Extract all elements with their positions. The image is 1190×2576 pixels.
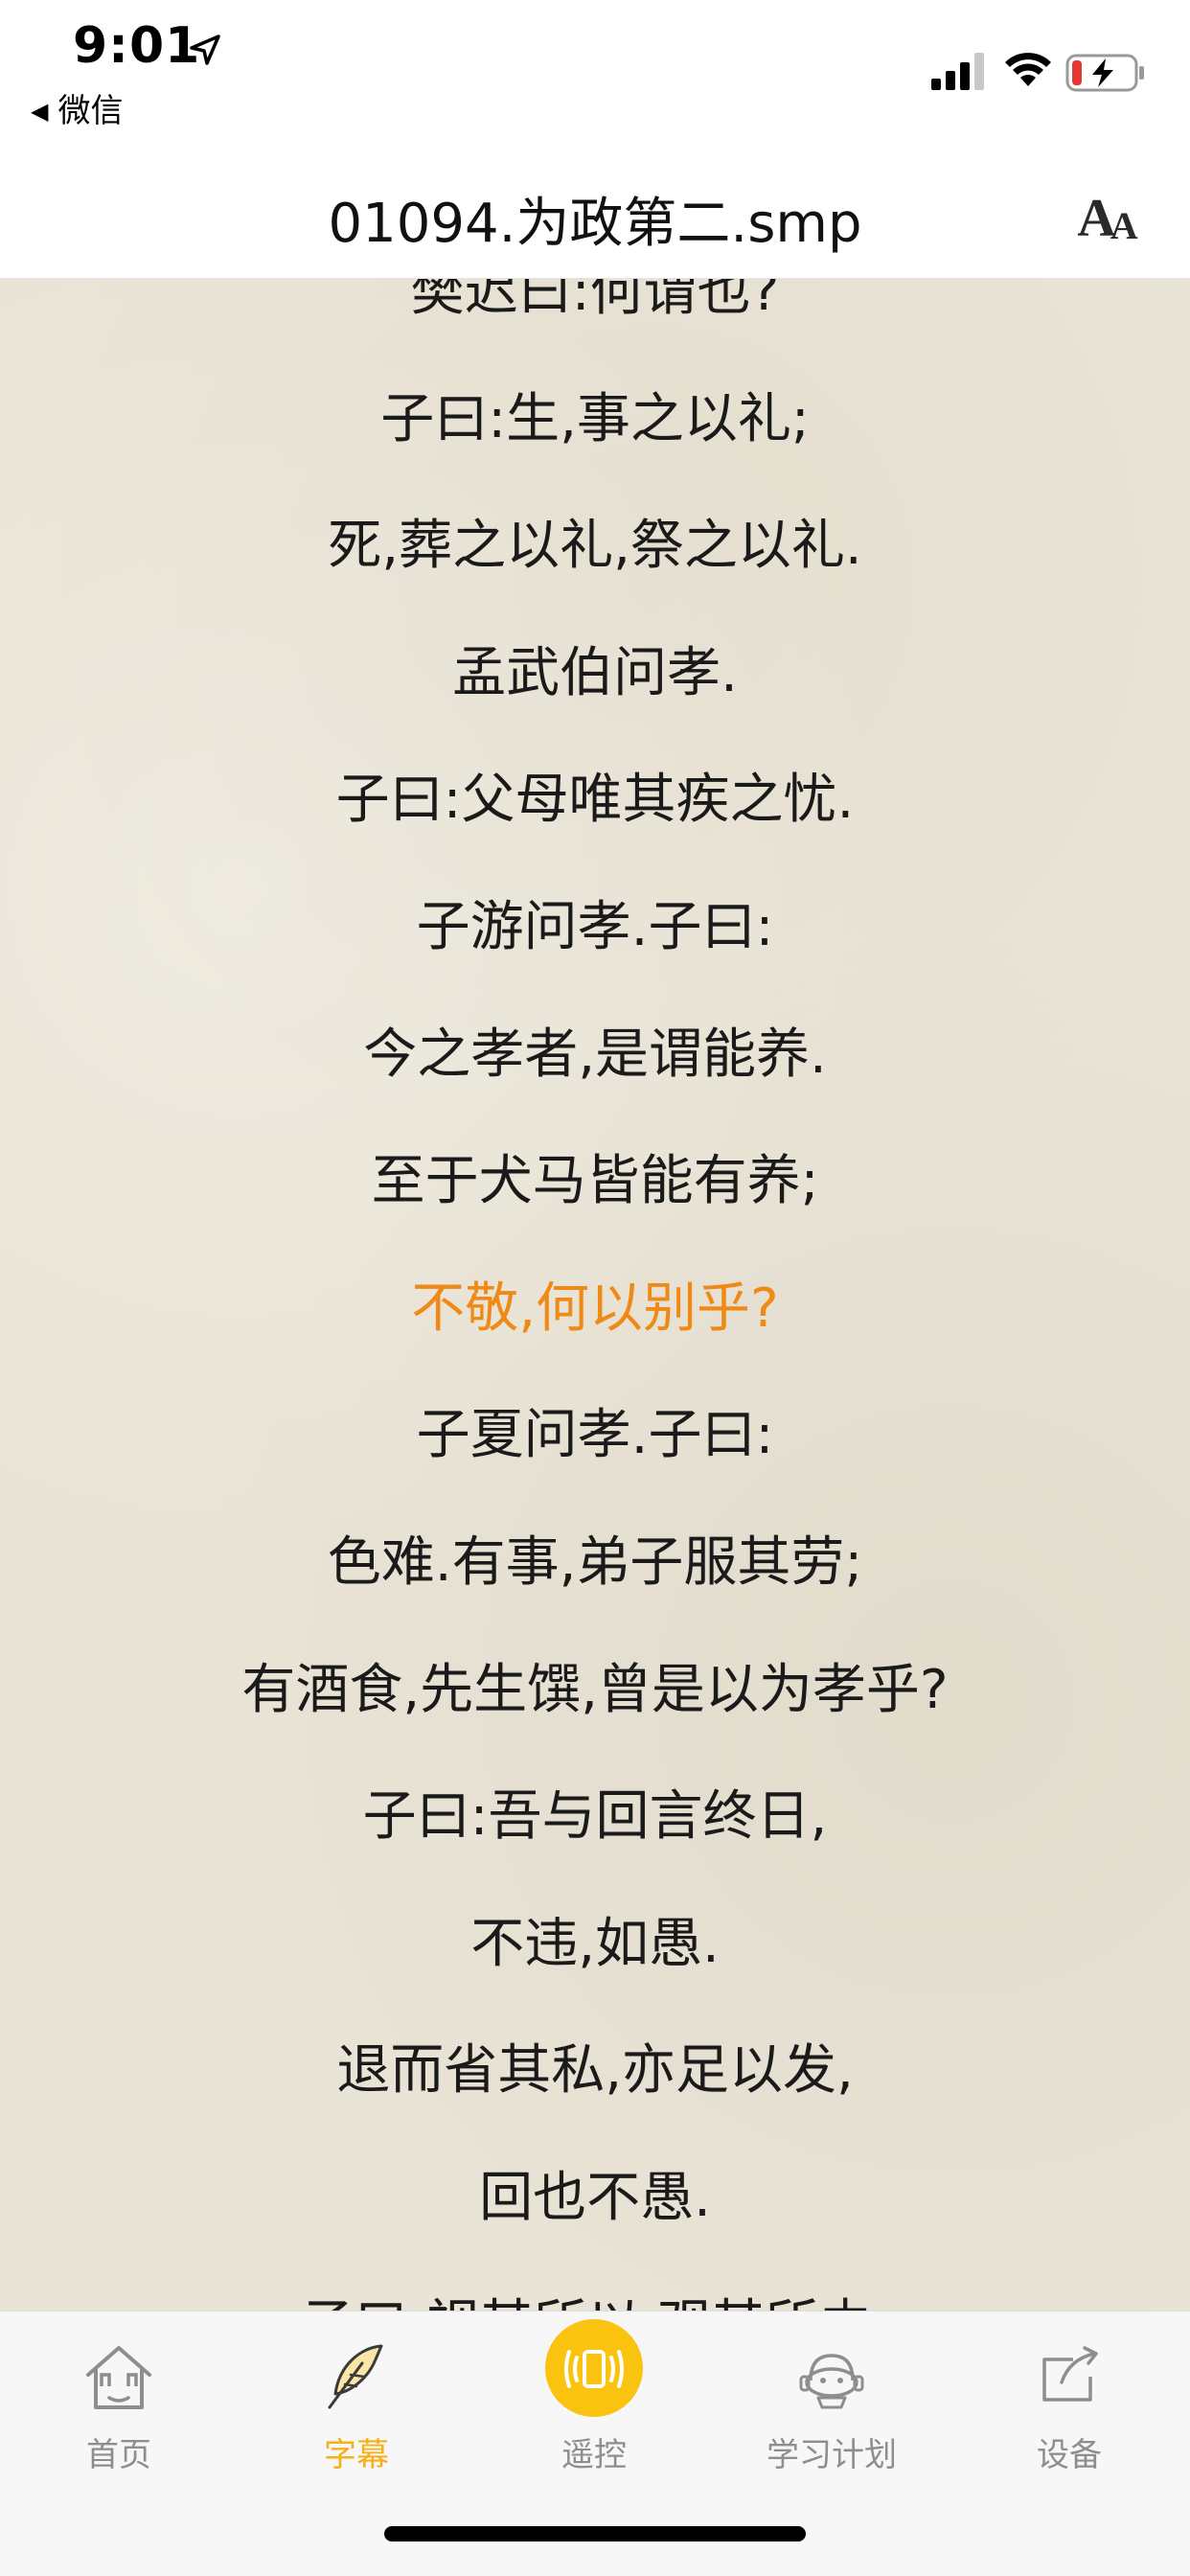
subtitle-line[interactable]: 不违,如愚. bbox=[0, 1881, 1190, 2009]
tab-device[interactable]: 设备 bbox=[950, 2312, 1188, 2503]
subtitle-line[interactable]: 色难.有事,弟子服其劳; bbox=[0, 1500, 1190, 1627]
subtitle-line[interactable]: 子曰:吾与回言终日, bbox=[0, 1754, 1190, 1881]
tab-subtitles[interactable]: 字幕 bbox=[238, 2312, 475, 2503]
battery-charging-icon bbox=[1065, 54, 1144, 92]
tab-label: 首页 bbox=[86, 2436, 151, 2474]
back-app-label: 微信 bbox=[57, 92, 124, 130]
subtitle-line[interactable]: 子夏问孝.子曰: bbox=[0, 1372, 1190, 1500]
subtitle-line[interactable]: 子曰:生,事之以礼; bbox=[0, 356, 1190, 484]
tab-home[interactable]: 首页 bbox=[0, 2312, 238, 2503]
device-share-icon bbox=[1042, 2346, 1098, 2402]
subtitle-line-current[interactable]: 不敬,何以别乎? bbox=[0, 1246, 1190, 1373]
subtitle-line[interactable]: 樊迟曰:何谓也? bbox=[0, 279, 1190, 356]
subtitle-line[interactable]: 子曰:视其所以,观其所由, bbox=[0, 2263, 1190, 2312]
subtitle-line[interactable]: 子游问孝.子曰: bbox=[0, 864, 1190, 992]
font-size-icon-small: A bbox=[1110, 204, 1138, 247]
screen: 9:01 ◀ 微信 01094.为政第二.smp AA 樊迟曰:何谓也? 子曰:… bbox=[0, 0, 1190, 2576]
status-time: 9:01 bbox=[73, 17, 201, 75]
font-size-button[interactable]: AA bbox=[1069, 169, 1146, 245]
subtitle-line[interactable]: 今之孝者,是谓能养. bbox=[0, 992, 1190, 1119]
subtitle-line[interactable]: 至于犬马皆能有养; bbox=[0, 1118, 1190, 1246]
status-bar: 9:01 ◀ 微信 bbox=[0, 0, 1190, 144]
cellular-signal-icon bbox=[931, 53, 984, 90]
subtitle-line[interactable]: 回也不愚. bbox=[0, 2135, 1190, 2263]
nav-bar: 01094.为政第二.smp AA bbox=[0, 144, 1190, 279]
subtitle-line[interactable]: 死,葬之以礼,祭之以礼. bbox=[0, 483, 1190, 610]
study-robot-icon bbox=[799, 2354, 864, 2409]
remote-icon bbox=[564, 2350, 624, 2388]
tab-label: 设备 bbox=[1037, 2436, 1102, 2474]
subtitle-line[interactable]: 有酒食,先生馔,曾是以为孝乎? bbox=[0, 1627, 1190, 1755]
back-triangle-icon: ◀ bbox=[31, 98, 49, 125]
feather-pen-icon bbox=[328, 2344, 383, 2409]
tab-label: 遥控 bbox=[561, 2436, 627, 2474]
home-indicator[interactable] bbox=[384, 2526, 806, 2542]
subtitle-scroll-area[interactable]: 樊迟曰:何谓也? 子曰:生,事之以礼; 死,葬之以礼,祭之以礼. 孟武伯问孝. … bbox=[0, 279, 1190, 2311]
page-title: 01094.为政第二.smp bbox=[328, 193, 862, 255]
home-icon bbox=[86, 2346, 151, 2409]
tab-remote[interactable]: 遥控 bbox=[475, 2312, 713, 2503]
subtitle-list: 樊迟曰:何谓也? 子曰:生,事之以礼; 死,葬之以礼,祭之以礼. 孟武伯问孝. … bbox=[0, 279, 1190, 2311]
tab-study-plan[interactable]: 学习计划 bbox=[713, 2312, 950, 2503]
back-to-app-link[interactable]: ◀ 微信 bbox=[31, 84, 123, 131]
location-arrow-icon bbox=[190, 34, 220, 65]
tab-label: 字幕 bbox=[324, 2436, 389, 2474]
tab-label: 学习计划 bbox=[767, 2436, 897, 2474]
subtitle-line[interactable]: 退而省其私,亦足以发, bbox=[0, 2008, 1190, 2135]
subtitle-line[interactable]: 孟武伯问孝. bbox=[0, 610, 1190, 738]
subtitle-line[interactable]: 子曰:父母唯其疾之忧. bbox=[0, 737, 1190, 864]
wifi-icon bbox=[1005, 53, 1051, 86]
